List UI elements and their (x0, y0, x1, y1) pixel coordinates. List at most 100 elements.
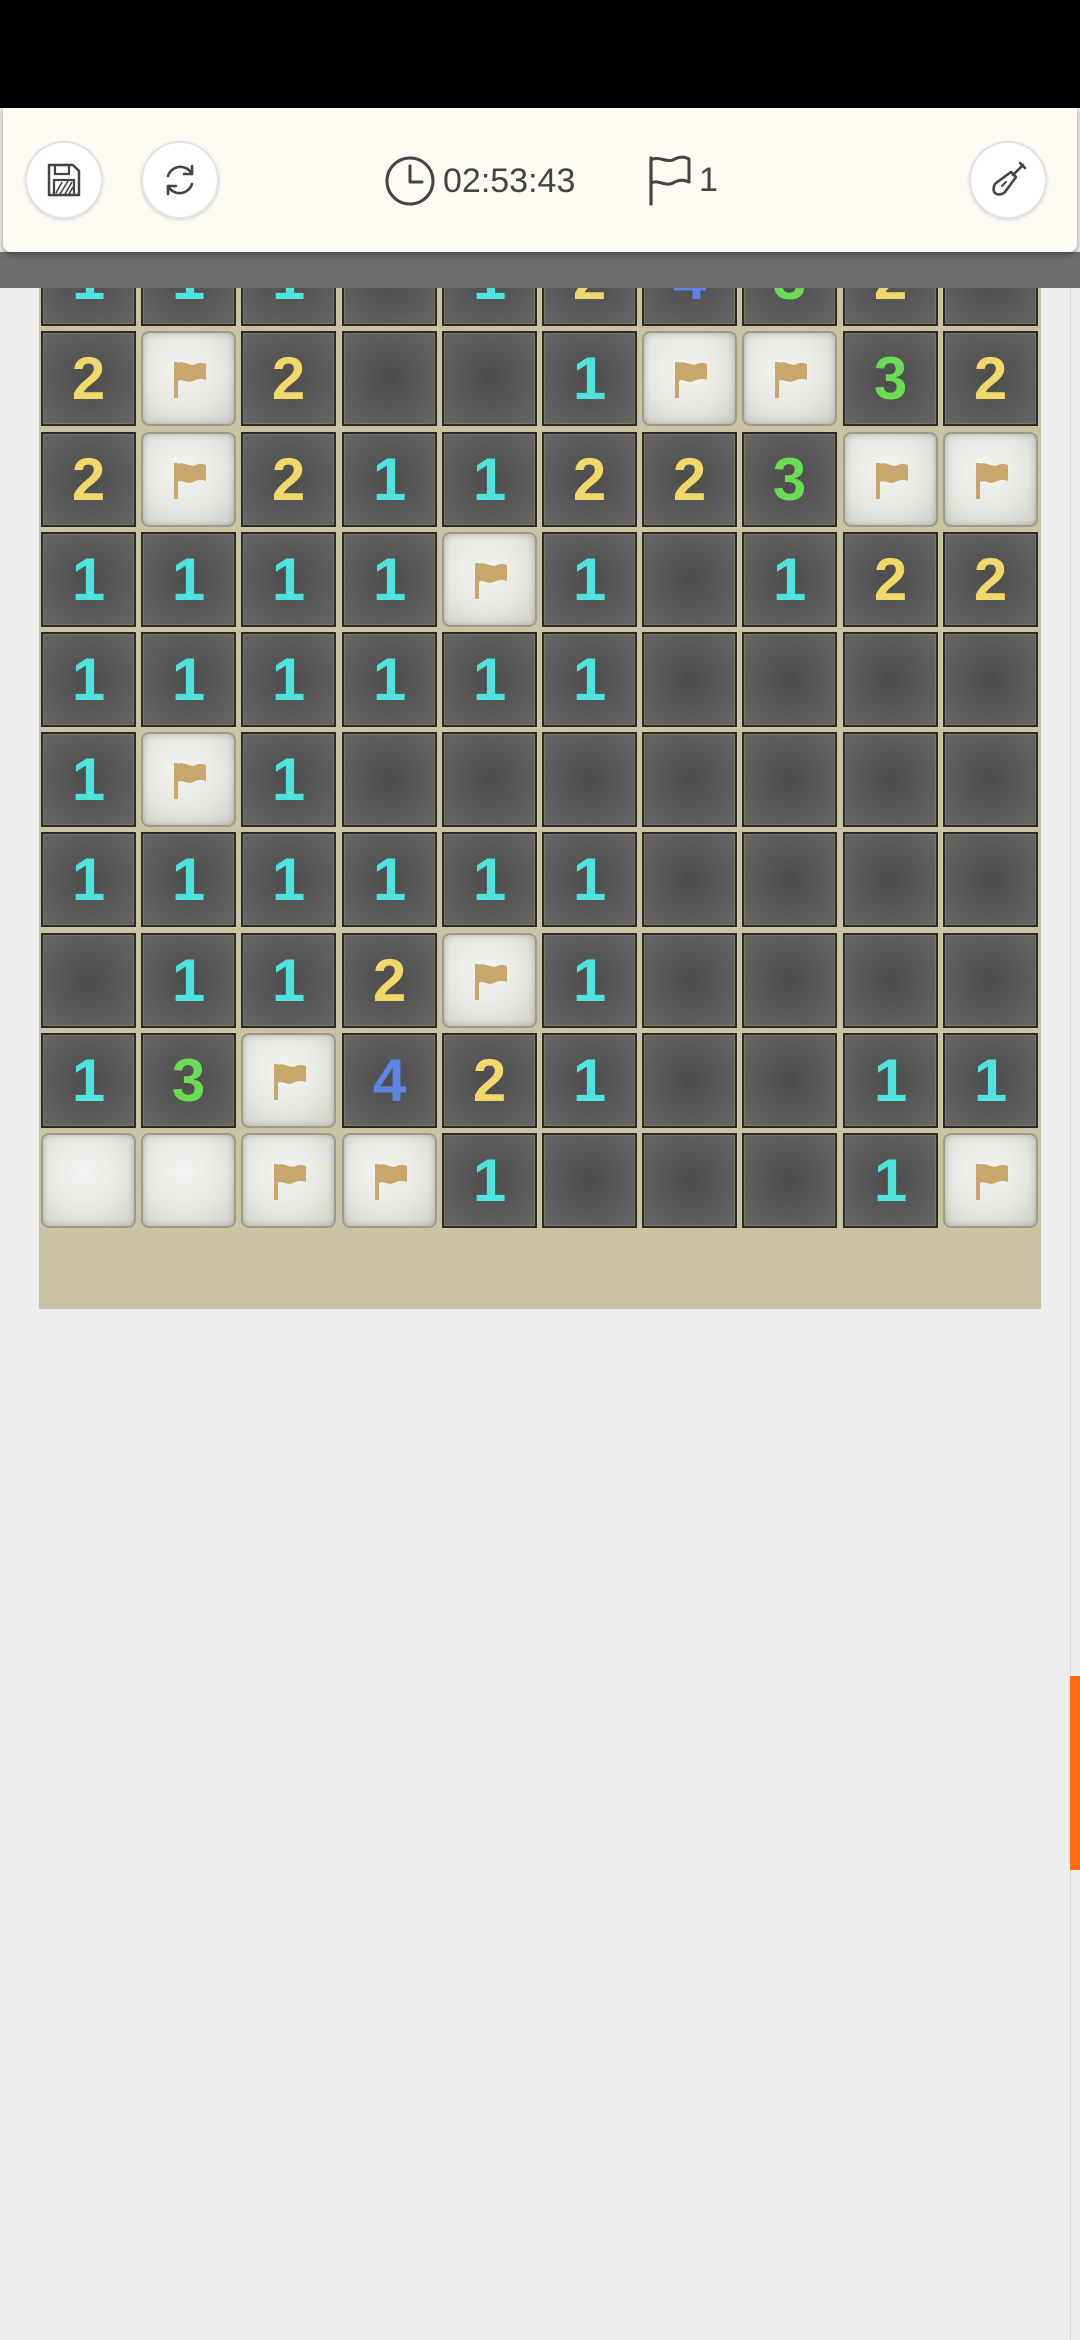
empty-cell[interactable] (642, 1133, 737, 1228)
flagged-cell[interactable] (843, 432, 938, 527)
number-cell[interactable]: 4 (342, 1033, 437, 1128)
empty-cell[interactable] (442, 331, 537, 426)
number-cell[interactable]: 2 (943, 331, 1038, 426)
number-cell[interactable]: 1 (141, 832, 236, 927)
number-cell[interactable]: 2 (943, 532, 1038, 627)
number-cell[interactable]: 1 (342, 632, 437, 727)
number-cell[interactable]: 1 (542, 632, 637, 727)
number-cell[interactable]: 1 (241, 632, 336, 727)
covered-cell[interactable] (141, 1133, 236, 1228)
cell-number: 1 (71, 1047, 106, 1114)
empty-cell[interactable] (642, 632, 737, 727)
number-cell[interactable]: 2 (241, 432, 336, 527)
number-cell[interactable]: 1 (442, 632, 537, 727)
empty-cell[interactable] (542, 732, 637, 827)
number-cell[interactable]: 2 (442, 1033, 537, 1128)
empty-cell[interactable] (843, 933, 938, 1028)
flagged-cell[interactable] (141, 331, 236, 426)
flagged-cell[interactable] (241, 1033, 336, 1128)
number-cell[interactable]: 3 (843, 331, 938, 426)
number-cell[interactable]: 1 (241, 732, 336, 827)
empty-cell[interactable] (342, 331, 437, 426)
empty-cell[interactable] (442, 732, 537, 827)
number-cell[interactable]: 2 (843, 532, 938, 627)
empty-cell[interactable] (943, 933, 1038, 1028)
number-cell[interactable]: 1 (41, 832, 136, 927)
empty-cell[interactable] (542, 1133, 637, 1228)
number-cell[interactable]: 1 (41, 732, 136, 827)
number-cell[interactable]: 1 (141, 532, 236, 627)
empty-cell[interactable] (742, 832, 837, 927)
number-cell[interactable]: 2 (342, 933, 437, 1028)
number-cell[interactable]: 1 (342, 432, 437, 527)
empty-cell[interactable] (642, 532, 737, 627)
number-cell[interactable]: 3 (141, 1033, 236, 1128)
dig-tool-button[interactable] (969, 141, 1047, 219)
empty-cell[interactable] (843, 832, 938, 927)
number-cell[interactable]: 1 (442, 1133, 537, 1228)
number-cell[interactable]: 2 (41, 432, 136, 527)
number-cell[interactable]: 1 (241, 933, 336, 1028)
number-cell[interactable]: 1 (41, 532, 136, 627)
flagged-cell[interactable] (742, 331, 837, 426)
flagged-cell[interactable] (943, 432, 1038, 527)
number-cell[interactable]: 1 (442, 832, 537, 927)
empty-cell[interactable] (843, 732, 938, 827)
number-cell[interactable]: 1 (41, 632, 136, 727)
flagged-cell[interactable] (943, 1133, 1038, 1228)
restart-button[interactable] (141, 141, 219, 219)
number-cell[interactable]: 1 (843, 1033, 938, 1128)
flagged-cell[interactable] (642, 331, 737, 426)
flagged-cell[interactable] (342, 1133, 437, 1228)
number-cell[interactable]: 3 (742, 432, 837, 527)
number-cell[interactable]: 1 (141, 933, 236, 1028)
number-cell[interactable]: 1 (943, 1033, 1038, 1128)
flag-icon (674, 361, 707, 398)
number-cell[interactable]: 1 (843, 1133, 938, 1228)
empty-cell[interactable] (742, 1133, 837, 1228)
number-cell[interactable]: 1 (542, 933, 637, 1028)
number-cell[interactable]: 1 (742, 532, 837, 627)
empty-cell[interactable] (41, 933, 136, 1028)
number-cell[interactable]: 1 (241, 832, 336, 927)
covered-cell[interactable] (41, 1133, 136, 1228)
number-cell[interactable]: 1 (41, 1033, 136, 1128)
empty-cell[interactable] (843, 632, 938, 727)
number-cell[interactable]: 1 (542, 532, 637, 627)
empty-cell[interactable] (742, 632, 837, 727)
flagged-cell[interactable] (141, 732, 236, 827)
empty-cell[interactable] (943, 732, 1038, 827)
empty-cell[interactable] (642, 1033, 737, 1128)
flagged-cell[interactable] (141, 432, 236, 527)
number-cell[interactable]: 1 (241, 532, 336, 627)
save-button[interactable] (25, 141, 103, 219)
number-cell[interactable]: 1 (542, 832, 637, 927)
number-cell[interactable]: 1 (542, 1033, 637, 1128)
empty-cell[interactable] (742, 933, 837, 1028)
number-cell[interactable]: 2 (41, 331, 136, 426)
number-cell[interactable]: 1 (141, 632, 236, 727)
empty-cell[interactable] (642, 732, 737, 827)
number-cell[interactable]: 1 (542, 331, 637, 426)
empty-cell[interactable] (642, 933, 737, 1028)
empty-cell[interactable] (943, 632, 1038, 727)
cell-number: 1 (472, 1147, 507, 1214)
number-cell[interactable]: 2 (241, 331, 336, 426)
number-cell[interactable]: 2 (542, 432, 637, 527)
empty-cell[interactable] (943, 832, 1038, 927)
number-cell[interactable]: 1 (342, 832, 437, 927)
minesweeper-board[interactable]: 1211111243222132221122311111122111111111… (39, 208, 1041, 1309)
flagged-cell[interactable] (442, 532, 537, 627)
empty-cell[interactable] (742, 732, 837, 827)
number-cell[interactable]: 2 (642, 432, 737, 527)
scrollbar-track[interactable] (1070, 288, 1080, 2340)
number-cell[interactable]: 1 (342, 532, 437, 627)
scrollbar-thumb[interactable] (1070, 1676, 1080, 1870)
empty-cell[interactable] (642, 832, 737, 927)
flagged-cell[interactable] (442, 933, 537, 1028)
empty-cell[interactable] (742, 1033, 837, 1128)
number-cell[interactable]: 1 (442, 432, 537, 527)
flagged-cell[interactable] (241, 1133, 336, 1228)
empty-cell[interactable] (342, 732, 437, 827)
cell-number: 1 (372, 846, 407, 913)
